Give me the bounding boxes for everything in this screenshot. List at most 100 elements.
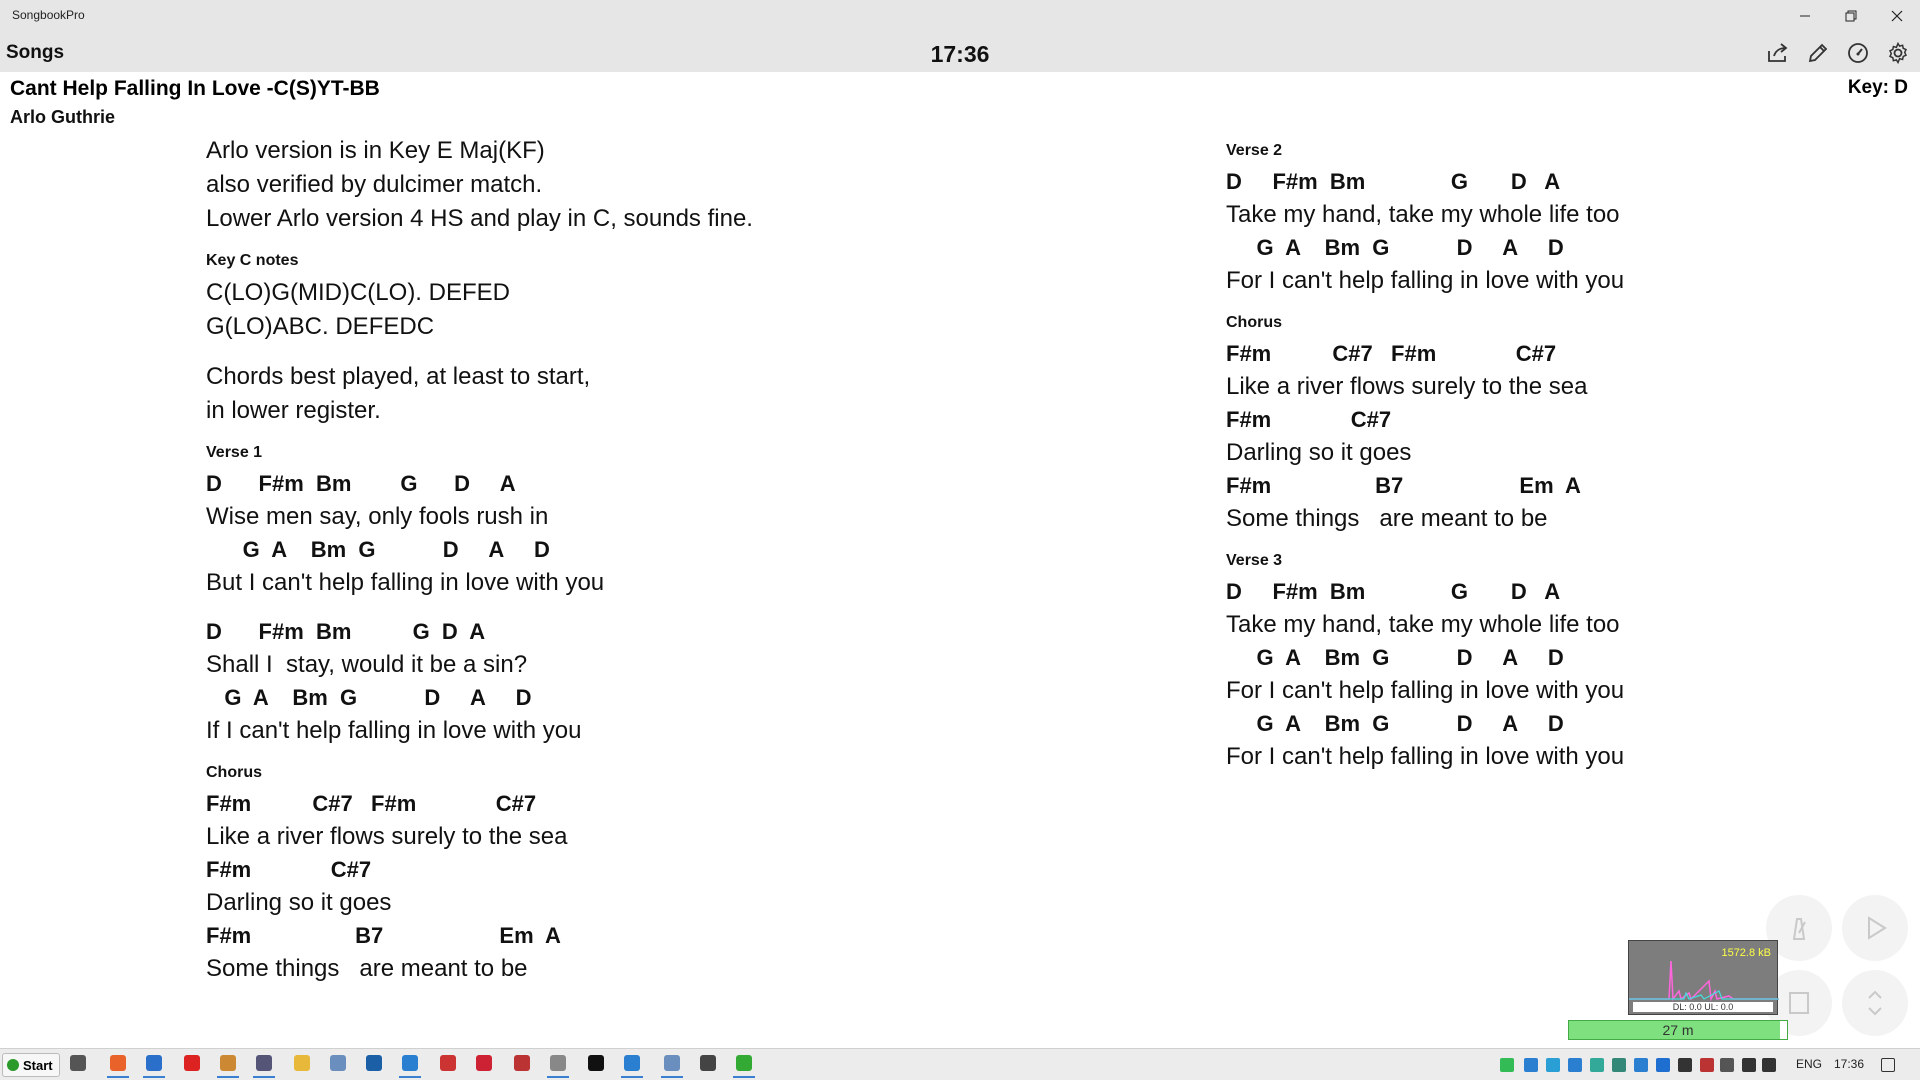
taskbar-app-button[interactable] — [660, 1055, 684, 1078]
song-key[interactable]: Key: D — [1848, 77, 1908, 99]
lyric-line: For I can't help falling in love with yo… — [1226, 267, 1625, 294]
play-button[interactable] — [1842, 895, 1908, 961]
tray-app-icon[interactable] — [1720, 1058, 1734, 1072]
tray-app-icon[interactable] — [1500, 1058, 1514, 1072]
close-button[interactable] — [1874, 0, 1920, 32]
firefox-icon — [110, 1055, 126, 1071]
title-bar: SongbookPro — [0, 0, 1920, 32]
chord-line: F#m B7 Em A — [1226, 473, 1581, 498]
notification-icon[interactable] — [1881, 1058, 1895, 1072]
h-app-icon — [588, 1055, 604, 1071]
app-title: SongbookPro — [12, 8, 85, 22]
start-label: Start — [23, 1057, 53, 1073]
songs-button[interactable]: Songs — [6, 42, 64, 64]
running-indicator — [107, 1076, 129, 1078]
chord-line: D F#m Bm G D A — [1226, 579, 1561, 604]
taskbar-shield-button[interactable] — [398, 1055, 422, 1078]
taskbar-app-button[interactable] — [142, 1055, 166, 1078]
chord-line: G A Bm G D A D — [1226, 235, 1564, 260]
comment-line: G(LO)ABC. DEFEDC — [206, 313, 435, 340]
edit-button[interactable] — [1803, 38, 1833, 68]
app-icon — [256, 1055, 272, 1071]
shield-icon[interactable] — [1524, 1058, 1538, 1072]
taskbar-file-explorer-button[interactable] — [290, 1055, 314, 1077]
globe-icon[interactable] — [1612, 1058, 1626, 1072]
tray-app-icon[interactable] — [1590, 1058, 1604, 1072]
taskbar-songbook-button[interactable] — [546, 1055, 570, 1078]
lyric-line: Like a river flows surely to the sea — [1226, 373, 1588, 400]
song-body-left: Arlo version is in Key E Maj(KF) also ve… — [206, 134, 906, 986]
taskbar-app-button[interactable] — [510, 1055, 534, 1077]
pencil-icon — [1808, 43, 1828, 63]
chord-line: D F#m Bm G D A — [206, 471, 516, 496]
telegram-icon[interactable] — [1546, 1058, 1560, 1072]
file-explorer-icon — [294, 1055, 310, 1071]
metronome-icon — [1792, 918, 1806, 940]
taskbar-app-button[interactable] — [362, 1055, 386, 1077]
taskbar: Start ENG 17:36 — [0, 1048, 1920, 1080]
lyric-line: Darling so it goes — [206, 889, 392, 916]
minimize-icon — [1800, 15, 1810, 17]
running-indicator — [217, 1076, 239, 1078]
song-artist: Arlo Guthrie — [10, 107, 116, 127]
speedometer-icon — [1848, 43, 1868, 63]
app-icon — [366, 1055, 382, 1071]
lyric-line: Wise men say, only fools rush in — [206, 503, 549, 530]
language-indicator[interactable]: ENG — [1796, 1057, 1822, 1071]
dl-ul-readout: DL: 0.0 UL: 0.0 — [1633, 1002, 1773, 1012]
taskbar-notes-button[interactable] — [326, 1055, 350, 1077]
section-label: Verse 3 — [1226, 552, 1283, 569]
taskbar-firefox-button[interactable] — [106, 1055, 130, 1078]
settings-button[interactable] — [1883, 38, 1913, 68]
tray-app-icon[interactable] — [1634, 1058, 1648, 1072]
comment-line: Arlo version is in Key E Maj(KF) — [206, 137, 545, 164]
taskbar-shield-button[interactable] — [620, 1055, 644, 1078]
wifi-icon[interactable] — [1742, 1058, 1756, 1072]
start-button[interactable]: Start — [2, 1053, 60, 1077]
lyric-line: Some things are meant to be — [206, 955, 528, 982]
chord-line: F#m C#7 — [1226, 407, 1392, 432]
autoscroll-button[interactable] — [1842, 970, 1908, 1036]
chord-line: D F#m Bm G D A — [1226, 169, 1561, 194]
taskbar-app-button[interactable] — [252, 1055, 276, 1078]
start-orb-icon — [7, 1059, 19, 1071]
lyric-line: For I can't help falling in love with yo… — [1226, 677, 1625, 704]
taskbar-app-button[interactable] — [436, 1055, 460, 1077]
comment-line: Lower Arlo version 4 HS and play in C, s… — [206, 205, 753, 232]
share-button[interactable] — [1763, 38, 1793, 68]
speed-button[interactable] — [1843, 38, 1873, 68]
timer-bar: 27 m — [1568, 1020, 1788, 1040]
taskbar-app-button[interactable] — [216, 1055, 240, 1078]
section-label: Chorus — [206, 764, 262, 781]
running-indicator — [143, 1076, 165, 1078]
page-icon — [1789, 992, 1809, 1014]
app-icon — [220, 1055, 236, 1071]
notes-icon — [330, 1055, 346, 1071]
app-icon — [514, 1055, 530, 1071]
taskbar-app-button[interactable] — [732, 1055, 756, 1078]
taskbar-h-app-button[interactable] — [584, 1055, 608, 1077]
shield-icon — [624, 1055, 640, 1071]
app-icon — [736, 1055, 752, 1071]
tray-app-icon[interactable] — [1568, 1058, 1582, 1072]
net-rate: 1572.8 kB — [1721, 947, 1771, 959]
taskbar-gear-button[interactable] — [696, 1055, 720, 1077]
tray-app-icon[interactable] — [1678, 1058, 1692, 1072]
play-icon — [1868, 916, 1887, 940]
autoscroll-icon — [1868, 990, 1882, 1016]
lyric-line: But I can't help falling in love with yo… — [206, 569, 605, 596]
chord-line: G A Bm G D A D — [206, 685, 532, 710]
bluetooth-icon[interactable] — [1656, 1058, 1670, 1072]
comment-line: also verified by dulcimer match. — [206, 171, 543, 198]
taskbar-app-button[interactable] — [180, 1055, 204, 1077]
speaker-icon[interactable] — [1762, 1058, 1776, 1072]
taskbar-clock[interactable]: 17:36 — [1834, 1057, 1864, 1071]
restore-button[interactable] — [1828, 0, 1874, 32]
taskbar-task-view-button[interactable] — [66, 1055, 90, 1077]
song-title: Cant Help Falling In Love -C(S)YT-BB — [10, 77, 380, 100]
minimize-button[interactable] — [1782, 0, 1828, 32]
taskbar-app-button[interactable] — [472, 1055, 496, 1077]
tray-app-icon[interactable] — [1700, 1058, 1714, 1072]
section-label: Verse 2 — [1226, 142, 1283, 159]
section-label: Chorus — [1226, 314, 1282, 331]
